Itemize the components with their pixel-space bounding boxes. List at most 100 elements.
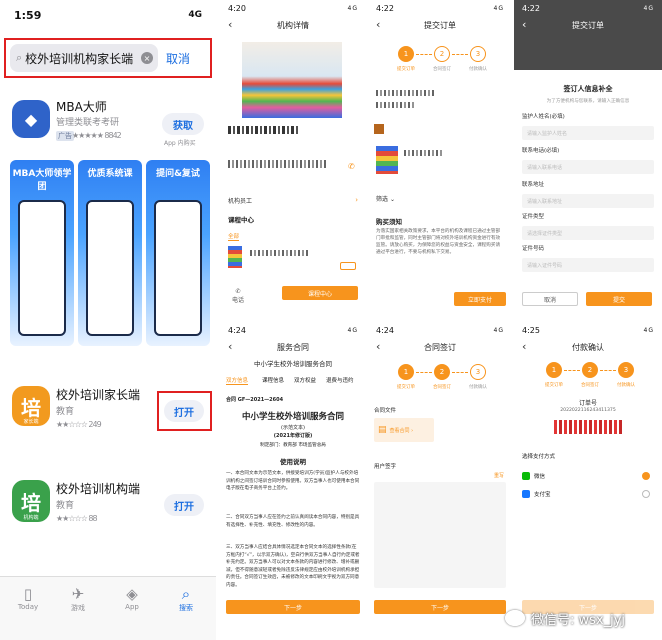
wechat-pay-option[interactable]: 微信 (522, 472, 545, 480)
field-label: 证件类型 (522, 214, 545, 220)
radio-unselected[interactable] (642, 490, 650, 498)
course-thumb (376, 146, 398, 174)
app-screenshot[interactable]: MBA大师领学团 (10, 160, 74, 346)
nav-bar: ‹ 提交订单 (514, 16, 662, 34)
user-sign-label: 用户签字 (374, 464, 397, 470)
app-screenshot[interactable]: 提问&复试 (146, 160, 210, 346)
phone-field[interactable]: 请输入联系电话 (522, 160, 654, 174)
pay-now-button[interactable]: 立即支付 (454, 292, 506, 306)
step-indicator: 1 (546, 362, 562, 378)
redacted-text (250, 250, 310, 256)
in-app-purchase-note: App 内购买 (164, 140, 196, 147)
field-label: 联系地址 (522, 182, 545, 188)
page-title: 提交订单 (572, 20, 604, 30)
usage-heading: 使用说明 (280, 458, 306, 466)
step-connector (564, 370, 580, 371)
app-screenshot[interactable]: 优质系统课 (78, 160, 142, 346)
id-type-select[interactable]: 请选择证件类型 (522, 226, 654, 240)
contract-makers: 制定部门：教育部 市场监管总局 (260, 443, 326, 448)
app-title: MBA大师 (56, 100, 107, 114)
phone-button[interactable]: ✆ 电话 (232, 288, 244, 304)
back-icon[interactable]: ‹ (376, 338, 380, 356)
course-thumb[interactable] (228, 246, 242, 268)
service-contract-panel: 4:24 4G ‹ 服务合同 中小学生校外培训服务合同 双方信息 课程信息 双方权益… (220, 322, 366, 640)
step-label: 提交订单 (397, 385, 415, 390)
filter-dropdown[interactable]: 筛选 ⌄ (376, 194, 395, 203)
watermark: 微信号: wsx_jyj (505, 598, 662, 638)
status-bar: 4:24 4G (376, 325, 504, 335)
org-members-link[interactable]: 机构员工 (228, 196, 252, 205)
redacted-text (228, 126, 298, 134)
status-bar: 1:59 4G (0, 0, 216, 30)
rating-count: 88 (88, 514, 97, 523)
back-icon[interactable]: ‹ (228, 16, 232, 34)
address-field[interactable]: 请输入联系地址 (522, 194, 654, 208)
back-icon[interactable]: ‹ (228, 338, 232, 356)
phone-icon: ✆ (235, 288, 241, 295)
chevron-down-icon: ⌄ (389, 196, 395, 203)
field-label: 联系电话(必填) (522, 148, 560, 154)
alipay-option[interactable]: 支付宝 (522, 490, 551, 498)
nav-bar: ‹ 付款确认 (514, 338, 662, 356)
open-button[interactable]: 打开 (164, 494, 204, 516)
tab-today[interactable]: ▯ Today (8, 585, 48, 611)
tab-course-info[interactable]: 课程信息 (262, 376, 284, 384)
wechat-icon (522, 472, 530, 480)
payment-confirm-panel: 4:25 4G ‹ 付款确认 1 2 3 提交订单 合同签订 付款确认 订单号 20… (514, 322, 662, 640)
mba-app-icon[interactable]: ◆ (12, 100, 50, 138)
step-label: 提交订单 (397, 67, 415, 72)
order-label: 订单号 (578, 400, 597, 407)
tab-all[interactable]: 全部 (228, 232, 240, 241)
sheet-title: 签订人信息补全 (563, 85, 613, 93)
signature-pad[interactable] (374, 482, 506, 588)
usage-para: 二、合同双方当事人应在签约之前认真阅读本合同内容，特别是具有选择性、补充性、填充… (226, 515, 360, 528)
step-indicator: 1 (398, 46, 414, 62)
radio-selected[interactable] (642, 472, 650, 480)
step-label: 合同签订 (433, 67, 451, 72)
status-bar: 4:25 4G (522, 325, 654, 335)
contract-title: 中小学生校外培训服务合同 (241, 412, 344, 422)
course-center-button[interactable]: 课程中心 (282, 286, 358, 300)
redacted-amount (554, 420, 622, 434)
back-icon[interactable]: ‹ (522, 338, 526, 356)
field-label: 证件号码 (522, 246, 545, 252)
tab-search[interactable]: ⌕ 搜索 (166, 585, 206, 613)
tab-bar: ▯ Today ✈ 游戏 ◈ App ⌕ 搜索 (0, 576, 216, 640)
tab-refund[interactable]: 退费与违约 (326, 376, 354, 384)
org-photo[interactable] (242, 42, 342, 118)
step-label: 付款确认 (469, 385, 487, 390)
phone-icon[interactable]: ✆ (348, 162, 355, 171)
rewrite-button[interactable]: 重写 (494, 472, 504, 479)
view-contract-card[interactable]: ▤ 查看合同 › (374, 418, 434, 442)
step-label: 提交订单 (545, 383, 563, 388)
highlight-frame (157, 391, 212, 431)
submit-button[interactable]: 提交 (586, 292, 652, 306)
tab-games[interactable]: ✈ 游戏 (58, 585, 98, 613)
pay-method-label: 选择支付方式 (522, 454, 556, 460)
field-label: 监护人姓名(必填) (522, 114, 565, 120)
app-store-panel: 1:59 4G ⌕ 校外培训机构家长端 × 取消 ◆ MBA大师 管理类联考考研… (0, 0, 216, 640)
app-subtitle: 教育 (56, 501, 75, 511)
nav-bar: ‹ 机构详情 (220, 16, 366, 34)
icon-tag: 机构端 (23, 515, 39, 521)
back-icon[interactable]: ‹ (376, 16, 380, 34)
chevron-right-icon[interactable]: › (355, 196, 358, 204)
guardian-name-field[interactable]: 请输入监护人姓名 (522, 126, 654, 140)
usage-para: 一、本合同文本为示范文本，供接受培训方(学员)监护人与校外培训机构之间签订培训合… (226, 471, 360, 491)
step-label: 付款确认 (617, 383, 635, 388)
next-button[interactable]: 下一步 (374, 600, 506, 614)
order-number: 2022022116243411375 (560, 408, 616, 413)
get-button[interactable]: 获取 (162, 113, 204, 135)
tab-rights[interactable]: 双方权益 (294, 376, 316, 384)
course-tag (340, 262, 356, 270)
submit-order-panel: 4:22 4G ‹ 提交订单 1 2 3 提交订单 合同签订 付款确认 筛选 ⌄ 购… (368, 0, 512, 316)
next-button[interactable]: 下一步 (226, 600, 360, 614)
signer-info-panel: 4:22 4G ‹ 提交订单 签订人信息补全 为了方便机构与您联系，请输入正确信息 … (514, 0, 662, 316)
id-number-field[interactable]: 请输入证件号码 (522, 258, 654, 272)
tab-party-info[interactable]: 双方信息 (226, 376, 249, 385)
back-icon[interactable]: ‹ (522, 16, 526, 34)
step-indicator: 3 (470, 46, 486, 62)
composite-screenshot: 1:59 4G ⌕ 校外培训机构家长端 × 取消 ◆ MBA大师 管理类联考考研… (0, 0, 662, 640)
tab-app[interactable]: ◈ App (112, 585, 152, 611)
cancel-button[interactable]: 取消 (522, 292, 578, 306)
